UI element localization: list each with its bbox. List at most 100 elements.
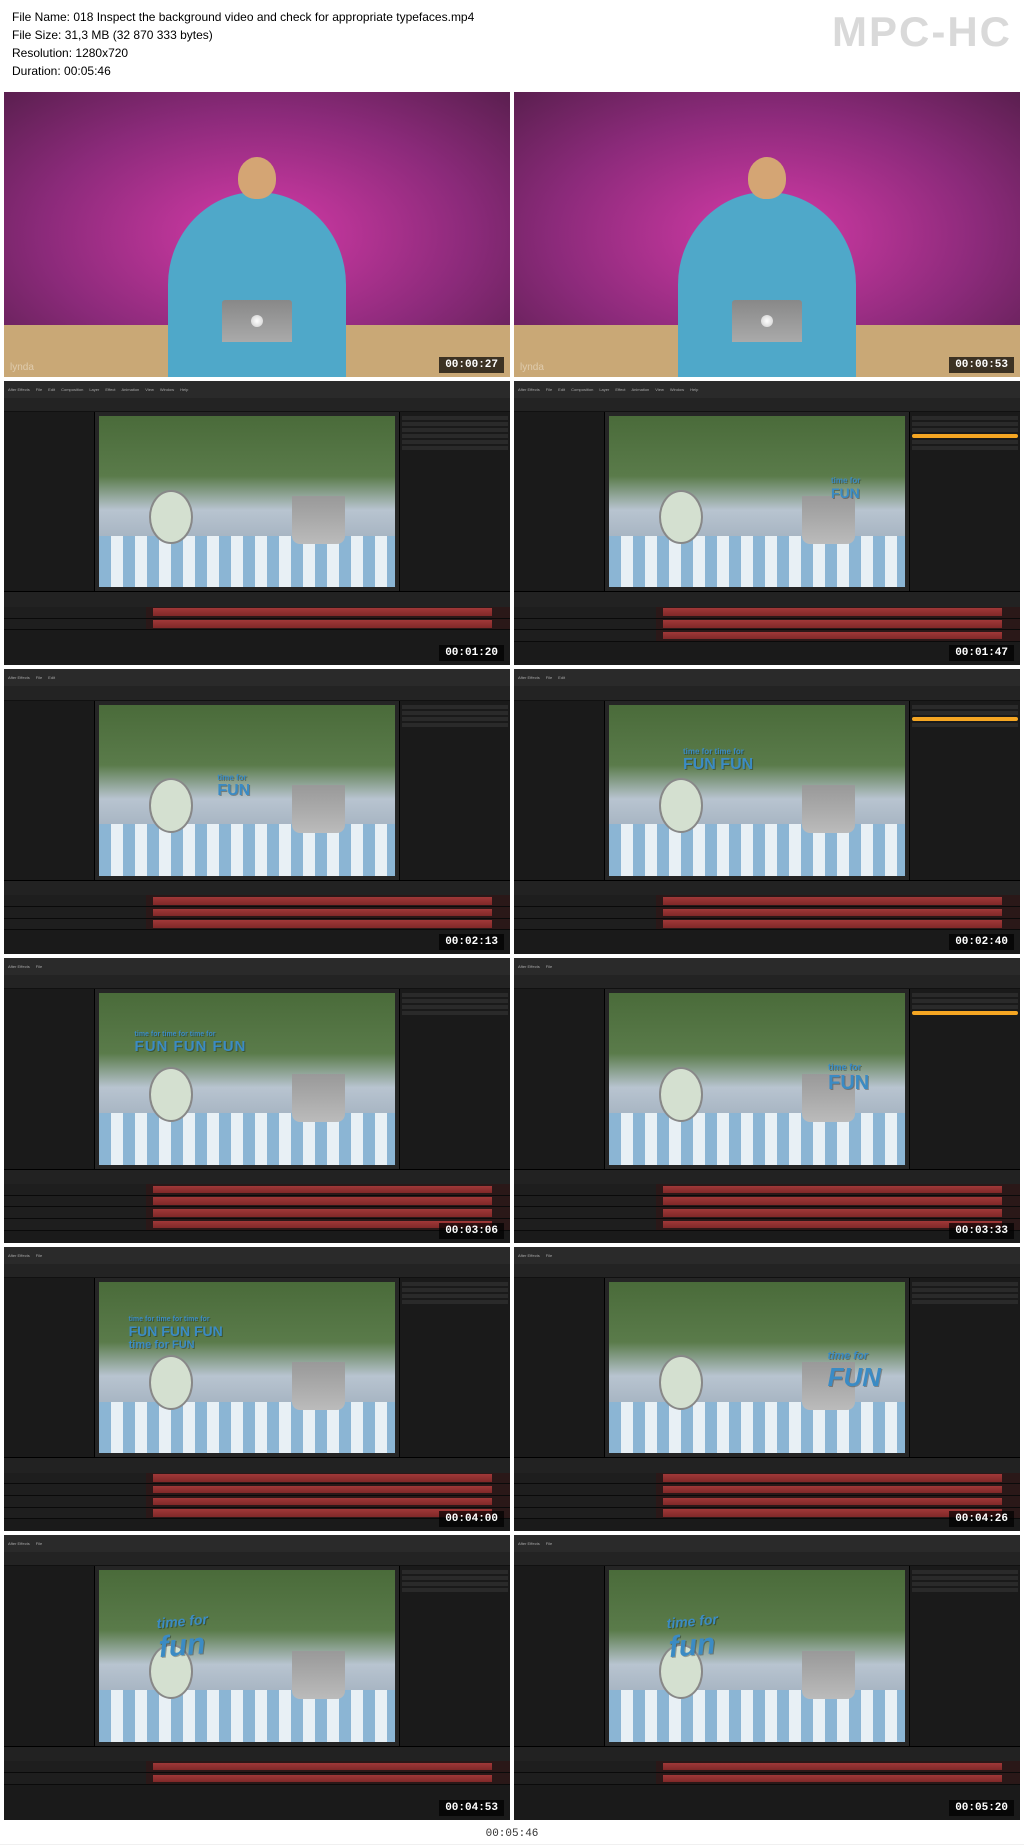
ae-effects-panel (909, 1278, 1020, 1457)
ae-project-panel (4, 1278, 95, 1457)
ae-viewport: time forFUN (609, 1282, 905, 1453)
thumbnail[interactable]: After EffectsFileEditCompositionLayerEff… (514, 381, 1020, 666)
ae-effects-panel (909, 1566, 1020, 1745)
ae-viewport: time for time for time forFUN FUN FUNtim… (99, 1282, 395, 1453)
overlay-text: time forFUN (828, 1062, 869, 1095)
ae-toolbar (4, 1552, 510, 1566)
ae-timeline (4, 1746, 510, 1820)
timestamp: 00:05:20 (949, 1800, 1014, 1816)
resolution-value: 1280x720 (75, 46, 128, 60)
ae-viewport (99, 416, 395, 587)
overlay-text: time forFUN (828, 1350, 881, 1393)
ae-toolbar (514, 1552, 1020, 1566)
ae-menubar: After EffectsFile (4, 1247, 510, 1264)
thumbnail[interactable]: After EffectsFileEditCompositionLayerEff… (4, 381, 510, 666)
overlay-text: time for time for time forFUN FUN FUN (135, 1031, 247, 1055)
ae-interface: After EffectsFile time forfun (4, 1535, 510, 1820)
ae-toolbar (4, 398, 510, 412)
timestamp: 00:03:06 (439, 1223, 504, 1239)
ae-toolbar (4, 975, 510, 989)
duration-label: Duration: (12, 64, 61, 78)
ae-project-panel (514, 989, 605, 1168)
overlay-text: time forFUN (217, 773, 250, 800)
ae-interface: After EffectsFileEditCompositionLayerEff… (514, 381, 1020, 666)
mpc-watermark: MPC-HC (832, 8, 1012, 56)
presenter-head (238, 157, 276, 199)
ae-interface: After EffectsFileEdit time forFUN (4, 669, 510, 954)
ae-interface: After EffectsFile time for time for time… (4, 958, 510, 1243)
filename-label: File Name: (12, 10, 70, 24)
ae-timeline (514, 1169, 1020, 1243)
ae-project-panel (514, 412, 605, 591)
presenter-scene (514, 92, 1020, 377)
filesize-label: File Size: (12, 28, 61, 42)
ae-interface: After EffectsFile time forfun (514, 1535, 1020, 1820)
ae-project-panel (514, 1566, 605, 1745)
timestamp: 00:00:27 (439, 357, 504, 373)
lynda-brand: lynda (10, 362, 34, 373)
ae-timeline (514, 591, 1020, 665)
timestamp: 00:04:26 (949, 1511, 1014, 1527)
ae-effects-panel (909, 701, 1020, 880)
ae-timeline (4, 1169, 510, 1243)
ae-viewport: time for time for time forFUN FUN FUN (99, 993, 395, 1164)
ae-viewport: time forfun (609, 1570, 905, 1741)
ae-project-panel (4, 989, 95, 1168)
thumbnail[interactable]: After EffectsFile time forfun 00:05:20 (514, 1535, 1020, 1820)
ae-timeline (514, 1457, 1020, 1531)
ae-effects-panel (399, 1278, 510, 1457)
thumbnail[interactable]: After EffectsFileEdit time forFUN 00:02:… (4, 669, 510, 954)
ae-timeline (4, 1457, 510, 1531)
ae-toolbar (4, 686, 510, 700)
laptop-icon (732, 300, 802, 342)
ae-interface: After EffectsFileEdit time for time forF… (514, 669, 1020, 954)
file-header: MPC-HC File Name: 018 Inspect the backgr… (0, 0, 1024, 88)
lynda-brand: lynda (520, 362, 544, 373)
ae-toolbar (514, 398, 1020, 412)
ae-timeline (514, 1746, 1020, 1820)
ae-project-panel (514, 701, 605, 880)
ae-effects-panel (399, 412, 510, 591)
ae-interface: After EffectsFile time for time for time… (4, 1247, 510, 1532)
thumbnail-grid: lynda 00:00:27 lynda 00:00:53 After Effe… (0, 88, 1024, 1824)
thumbnail[interactable]: lynda 00:00:53 (514, 92, 1020, 377)
duration-value: 00:05:46 (64, 64, 111, 78)
thumbnail[interactable]: After EffectsFile time for time for time… (4, 1247, 510, 1532)
footer-duration: 00:05:46 (0, 1824, 1024, 1844)
ae-menubar: After EffectsFileEdit (514, 669, 1020, 686)
timestamp: 00:01:20 (439, 645, 504, 661)
thumbnail[interactable]: lynda 00:00:27 (4, 92, 510, 377)
overlay-text: time for time forFUN FUN (683, 747, 753, 774)
thumbnail[interactable]: After EffectsFile time forFUN 00:04:26 (514, 1247, 1020, 1532)
timestamp: 00:03:33 (949, 1223, 1014, 1239)
timestamp: 00:04:00 (439, 1511, 504, 1527)
timestamp: 00:02:13 (439, 934, 504, 950)
timestamp: 00:01:47 (949, 645, 1014, 661)
ae-viewport: time forfun (99, 1570, 395, 1741)
ae-project-panel (4, 701, 95, 880)
timestamp: 00:02:40 (949, 934, 1014, 950)
thumbnail[interactable]: After EffectsFile time forFUN 00:03:33 (514, 958, 1020, 1243)
overlay-text: time forfun (666, 1611, 722, 1665)
ae-viewport: time forFUN (99, 705, 395, 876)
thumbnail[interactable]: After EffectsFile time for time for time… (4, 958, 510, 1243)
ae-interface: After EffectsFile time forFUN (514, 1247, 1020, 1532)
overlay-text: time for time for time forFUN FUN FUNtim… (129, 1316, 223, 1351)
ae-timeline (4, 880, 510, 954)
ae-project-panel (4, 1566, 95, 1745)
thumbnail[interactable]: After EffectsFileEdit time for time forF… (514, 669, 1020, 954)
thumbnail[interactable]: After EffectsFile time forfun 00:04:53 (4, 1535, 510, 1820)
ae-viewport: time forFUN (609, 993, 905, 1164)
ae-viewport: time for time forFUN FUN (609, 705, 905, 876)
presenter-scene (4, 92, 510, 377)
ae-interface: After EffectsFile time forFUN (514, 958, 1020, 1243)
overlay-text: time forFUN (831, 476, 860, 501)
laptop-icon (222, 300, 292, 342)
resolution-label: Resolution: (12, 46, 72, 60)
ae-menubar: After EffectsFile (4, 958, 510, 975)
timestamp: 00:00:53 (949, 357, 1014, 373)
ae-timeline (4, 591, 510, 665)
ae-effects-panel (399, 989, 510, 1168)
ae-menubar: After EffectsFileEditCompositionLayerEff… (514, 381, 1020, 398)
font-selector-highlight (912, 434, 1018, 438)
